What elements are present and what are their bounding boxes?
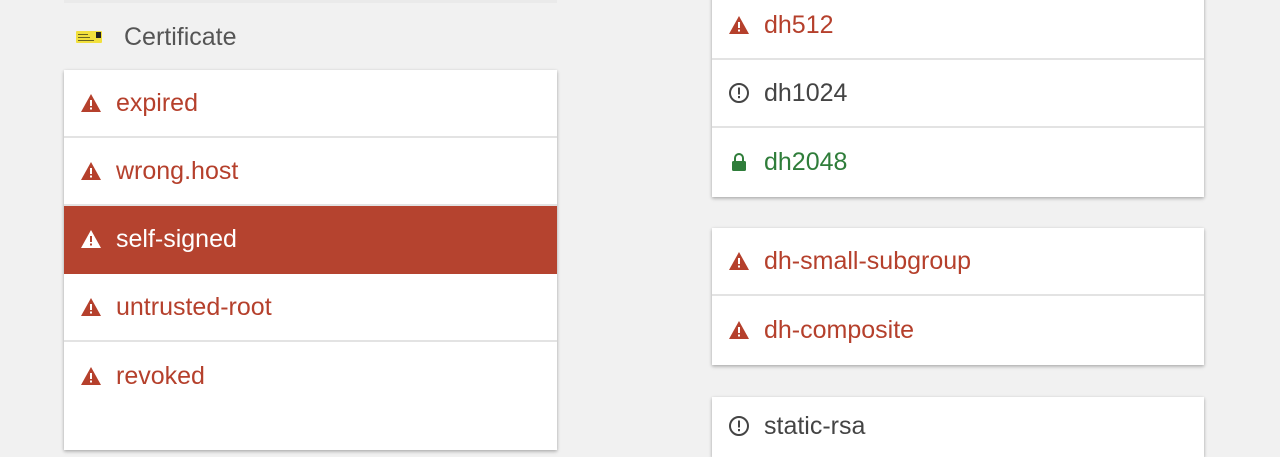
lock-icon — [728, 151, 750, 173]
list-item-label: static-rsa — [764, 412, 866, 440]
dh-param-list: dh-small-subgroup dh-composite — [712, 228, 1204, 365]
list-item-dh2048[interactable]: dh2048 — [712, 128, 1204, 196]
info-circle-icon — [728, 415, 750, 437]
list-item-dh-small-subgroup[interactable]: dh-small-subgroup — [712, 228, 1204, 296]
list-item-dh-composite[interactable]: dh-composite — [712, 296, 1204, 364]
warning-icon — [728, 319, 750, 341]
warning-icon — [80, 365, 102, 387]
warning-icon — [80, 228, 102, 250]
warning-icon — [728, 250, 750, 272]
section-title: Certificate — [124, 22, 237, 51]
list-item-self-signed[interactable]: self-signed — [64, 206, 557, 274]
section-heading: Certificate — [76, 20, 237, 54]
certificate-icon — [76, 28, 104, 46]
list-item-dh512[interactable]: dh512 — [712, 0, 1204, 60]
certificate-list: expired wrong.host self-signed untrusted… — [64, 70, 557, 450]
top-strip — [64, 0, 557, 3]
list-item-wrong-host[interactable]: wrong.host — [64, 138, 557, 206]
list-item-label: wrong.host — [116, 156, 239, 185]
list-item-untrusted-root[interactable]: untrusted-root — [64, 274, 557, 342]
list-item-label: revoked — [116, 361, 205, 390]
list-item-label: dh-composite — [764, 315, 915, 344]
list-item-dh1024[interactable]: dh1024 — [712, 60, 1204, 128]
warning-icon — [80, 92, 102, 114]
list-item-revoked[interactable]: revoked — [64, 342, 557, 410]
info-circle-icon — [728, 82, 750, 104]
key-exchange-list: static-rsa — [712, 397, 1204, 457]
list-item-label: untrusted-root — [116, 292, 272, 321]
dh-list: dh512 dh1024 dh2048 — [712, 0, 1204, 197]
list-item-label: self-signed — [116, 224, 237, 253]
warning-icon — [80, 296, 102, 318]
list-item-label: dh2048 — [764, 147, 848, 176]
list-item-static-rsa[interactable]: static-rsa — [712, 397, 1204, 457]
list-item-label: dh1024 — [764, 78, 848, 107]
list-item-expired[interactable]: expired — [64, 70, 557, 138]
list-item-label: expired — [116, 88, 198, 117]
list-item-label: dh-small-subgroup — [764, 246, 972, 275]
warning-icon — [80, 160, 102, 182]
warning-icon — [728, 14, 750, 36]
list-item-label: dh512 — [764, 10, 834, 39]
